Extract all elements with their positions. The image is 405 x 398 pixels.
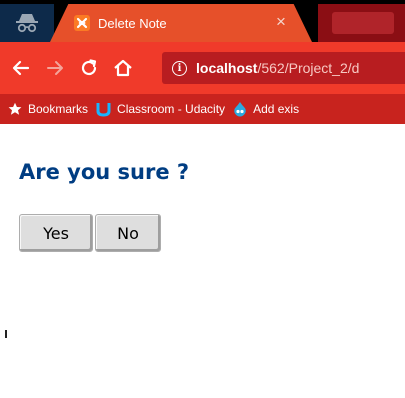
url-text: localhost/562/Project_2/d: [196, 60, 359, 76]
home-button[interactable]: [110, 55, 136, 81]
info-icon[interactable]: i: [172, 60, 187, 76]
edge-mark: [5, 330, 7, 338]
incognito-icon: [0, 4, 54, 42]
bookmark-bookmarks[interactable]: Bookmarks: [8, 102, 88, 116]
bookmark-label: Bookmarks: [28, 102, 89, 116]
bookmark-label: Classroom - Udacity: [117, 102, 226, 116]
new-tab-area[interactable]: [318, 4, 405, 42]
forward-button[interactable]: [42, 55, 68, 81]
address-bar[interactable]: i localhost/562/Project_2/d: [162, 52, 405, 84]
drupal-icon: [233, 101, 247, 117]
back-arrow-icon: [12, 60, 30, 76]
page-heading: Are you sure ?: [19, 160, 190, 184]
bookmark-add-existing[interactable]: Add exis: [233, 101, 299, 117]
back-button[interactable]: [8, 55, 34, 81]
tab-delete-note[interactable]: Delete Note ×: [50, 4, 312, 42]
tab-close-icon[interactable]: ×: [276, 13, 286, 31]
forward-arrow-icon: [47, 61, 63, 75]
bookmark-label: Add exis: [253, 102, 300, 116]
home-icon: [114, 59, 132, 77]
page-content: Are you sure ? Yes No: [0, 124, 405, 398]
bookmark-classroom-udacity[interactable]: Classroom - Udacity: [96, 101, 225, 117]
no-button[interactable]: No: [95, 214, 161, 252]
background-tab: [332, 12, 394, 34]
bookmarks-bar: Bookmarks Classroom - Udacity Add exis: [0, 94, 405, 124]
tab-strip: Delete Note ×: [0, 0, 405, 42]
xampp-icon: [74, 15, 90, 31]
star-icon: [8, 102, 22, 116]
tab-title: Delete Note: [98, 15, 167, 31]
url-host: localhost: [196, 60, 258, 76]
reload-button[interactable]: [76, 55, 102, 81]
browser-toolbar: i localhost/562/Project_2/d: [0, 42, 405, 94]
reload-icon: [81, 59, 97, 76]
udacity-icon: [96, 101, 111, 117]
yes-button[interactable]: Yes: [19, 214, 93, 252]
url-path: /562/Project_2/d: [257, 60, 360, 76]
